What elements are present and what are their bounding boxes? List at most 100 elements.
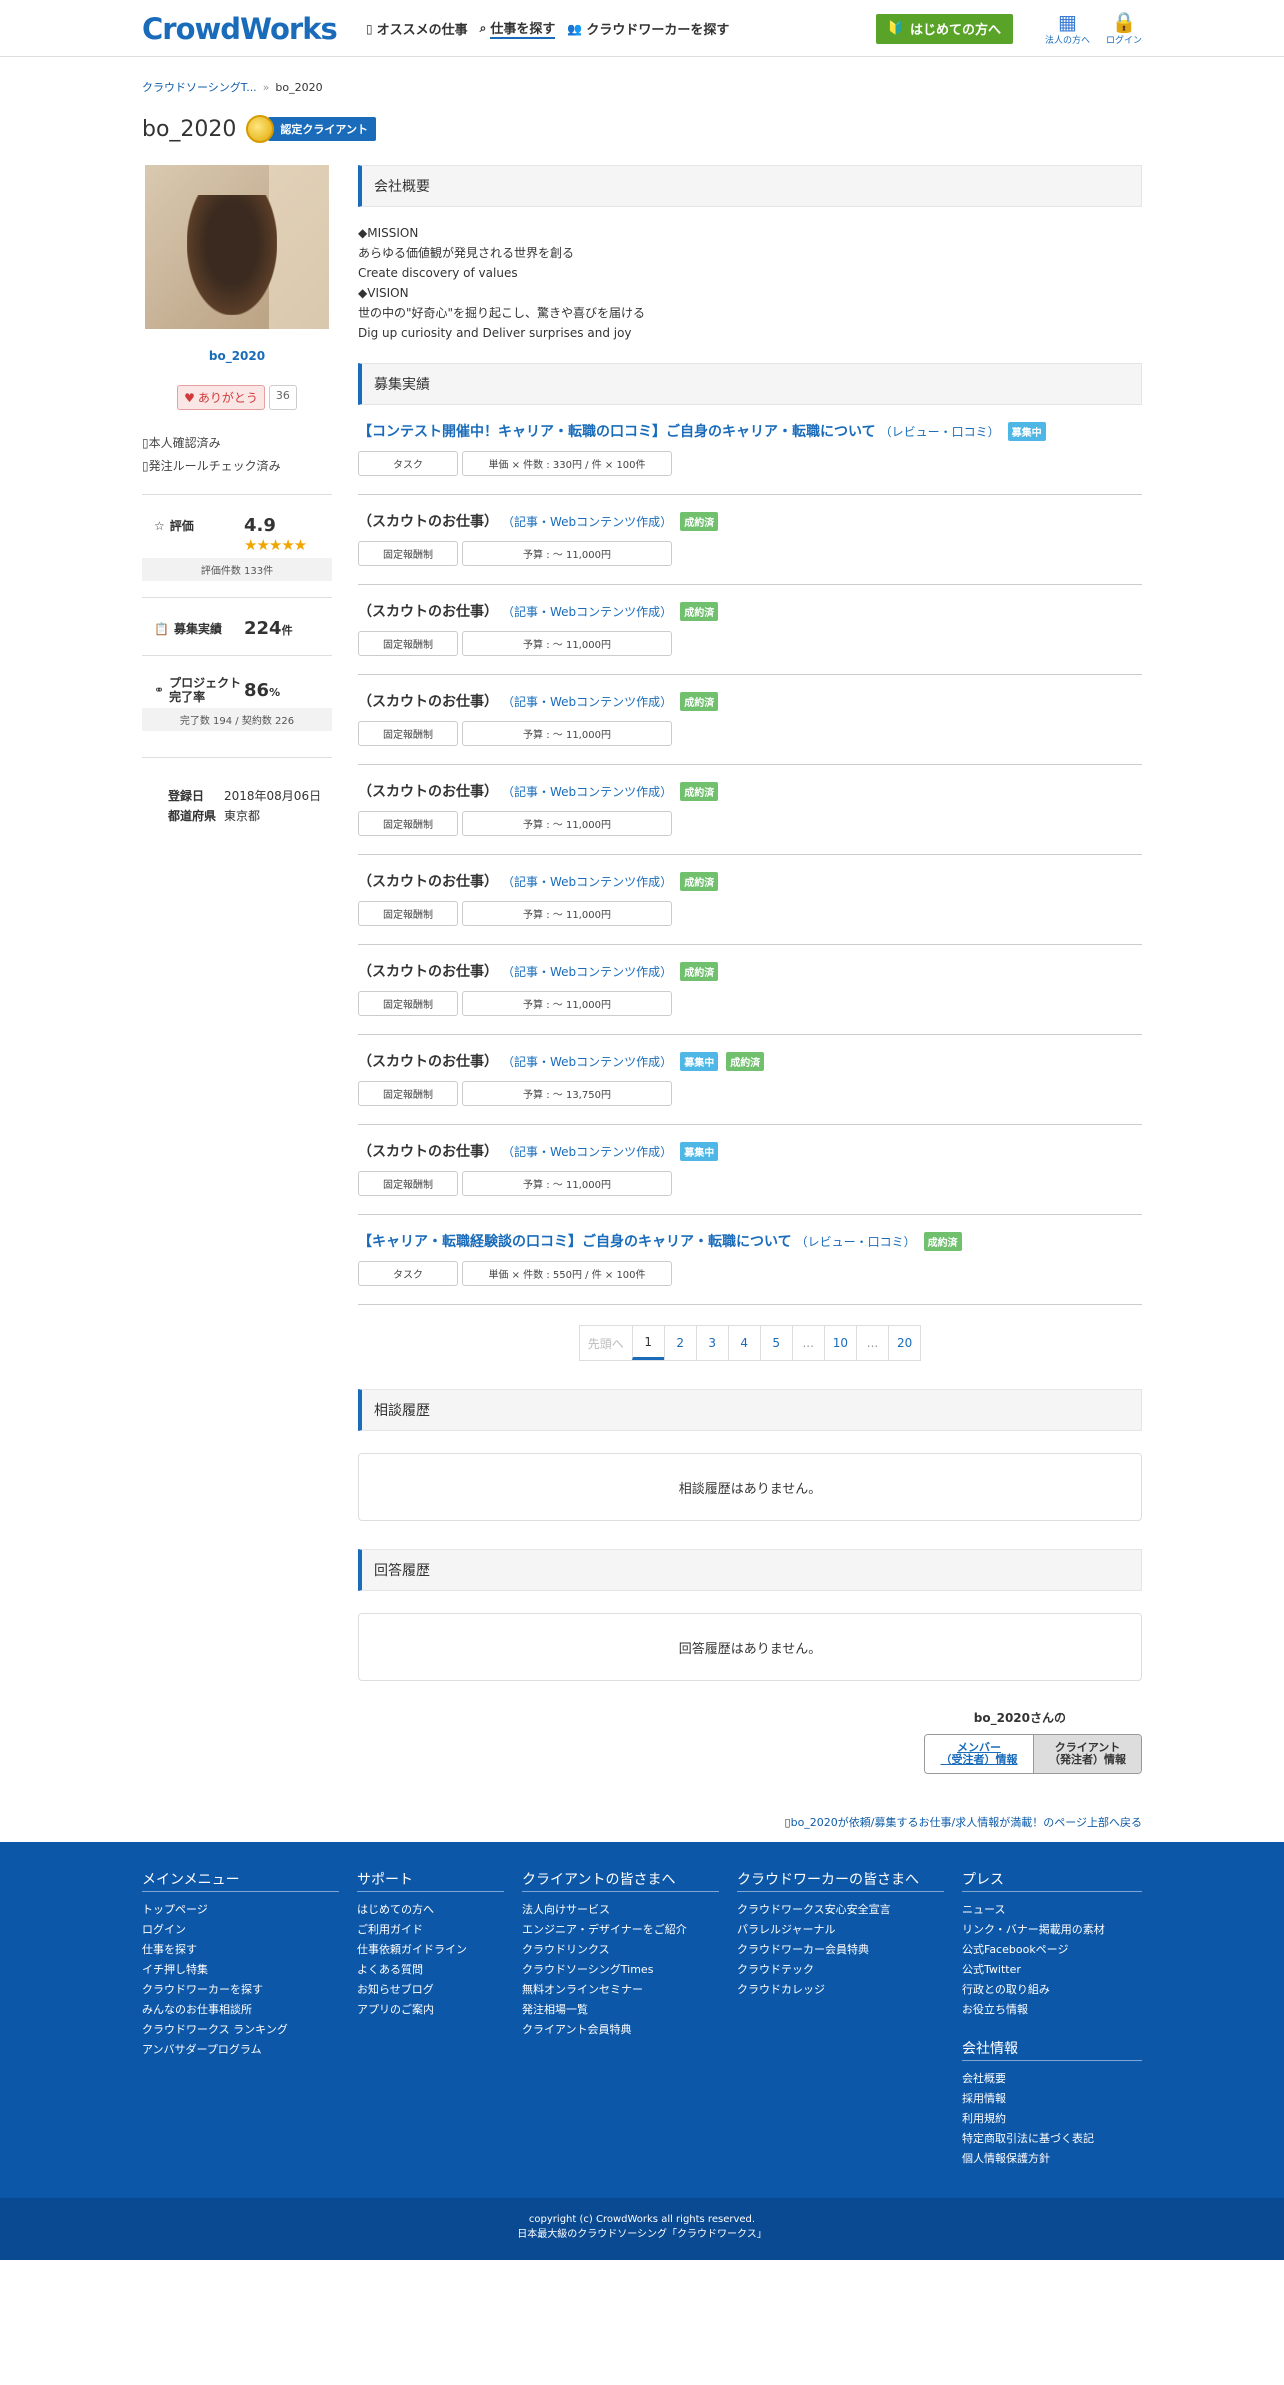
footer-link[interactable]: 行政との取り組み (962, 1980, 1142, 2000)
pager-page-3[interactable]: 3 (695, 1326, 728, 1360)
footer-link[interactable]: 公式Twitter (962, 1960, 1142, 1980)
crowdworks-logo[interactable]: CrowdWorks (142, 12, 366, 46)
contracted-badge: 成約済 (726, 1051, 765, 1071)
corporate-link[interactable]: ▦ 法人の方へ (1045, 11, 1090, 46)
login-label: ログイン (1105, 36, 1142, 46)
footer-link[interactable]: 会社概要 (962, 2069, 1142, 2089)
thanks-button[interactable]: ♥ ありがとう (177, 385, 265, 410)
footer-link[interactable]: 個人情報保護方針 (962, 2149, 1142, 2169)
footer-link[interactable]: パラレルジャーナル (737, 1920, 944, 1940)
job-category-link[interactable]: （記事・Webコンテンツ作成） (502, 693, 672, 710)
pager-page-10[interactable]: 10 (823, 1326, 856, 1360)
footer-link[interactable]: 発注相場一覧 (522, 2000, 719, 2020)
footer-link[interactable]: クラウドテック (737, 1960, 944, 1980)
profile-sidebar: bo_2020 ♥ ありがとう 36 ▯本人確認済み ▯発注ルールチェック済み … (142, 165, 332, 1842)
rating-value: 4.9 (244, 515, 276, 536)
contracted-badge: 成約済 (680, 781, 719, 801)
job-title[interactable]: （スカウトのお仕事） (358, 781, 498, 801)
footer-column: クライアントの皆さまへ 法人向けサービス エンジニア・デザイナーをご紹介 クラウドリン… (522, 1869, 719, 2169)
footer-heading: サポート (357, 1869, 504, 1892)
job-category-link[interactable]: （記事・Webコンテンツ作成） (502, 1053, 672, 1070)
lock-icon: 🔒 (1111, 10, 1137, 34)
contracted-badge: 成約済 (680, 511, 719, 531)
pager-page-5[interactable]: 5 (759, 1326, 792, 1360)
nav-find-jobs[interactable]: ⌕ 仕事を探す (480, 18, 556, 39)
footer-link[interactable]: 採用情報 (962, 2089, 1142, 2109)
footer-link[interactable]: 無料オンラインセミナー (522, 1980, 719, 2000)
job-category-link[interactable]: （記事・Webコンテンツ作成） (502, 963, 672, 980)
job-title[interactable]: （スカウトのお仕事） (358, 1051, 498, 1071)
footer-heading: クラウドワーカーの皆さまへ (737, 1869, 944, 1892)
login-link[interactable]: 🔒 ログイン (1106, 11, 1142, 46)
footer-link[interactable]: よくある質問 (357, 1960, 504, 1980)
job-budget-tag: 予算 : 〜 11,000円 (462, 541, 672, 566)
job-title[interactable]: 【キャリア・転職経験談の口コミ】ご自身のキャリア・転職について (358, 1231, 792, 1251)
job-category-link[interactable]: （記事・Webコンテンツ作成） (502, 603, 672, 620)
footer-link[interactable]: ログイン (142, 1920, 339, 1940)
job-title[interactable]: （スカウトのお仕事） (358, 691, 498, 711)
footer-link[interactable]: ニュース (962, 1900, 1142, 1920)
job-title[interactable]: （スカウトのお仕事） (358, 601, 498, 621)
footer-link[interactable]: 仕事を探す (142, 1940, 339, 1960)
certified-client-label: 認定クライアント (268, 117, 376, 141)
footer-link[interactable]: クラウドリンクス (522, 1940, 719, 1960)
footer-link[interactable]: トップページ (142, 1900, 339, 1920)
footer-link[interactable]: 仕事依頼ガイドライン (357, 1940, 504, 1960)
profile-name[interactable]: bo_2020 (142, 349, 332, 363)
job-category-link[interactable]: （レビュー・口コミ） (880, 423, 1000, 440)
footer-link[interactable]: アプリのご案内 (357, 2000, 504, 2020)
footer: メインメニュー トップページ ログイン 仕事を探す イチ押し特集 クラウドワーカーを探すみ… (0, 1842, 1284, 2198)
nav-recommended-jobs[interactable]: ▯ オススメの仕事 (366, 18, 468, 39)
footer-column: プレス ニュース リンク・バナー掲載用の素材 公式Facebookページ 公式Twitt… (962, 1869, 1142, 2169)
footer-link[interactable]: 公式Facebookページ (962, 1940, 1142, 1960)
back-to-top-link[interactable]: ▯bo_2020が依頼/募集するお仕事/求人情報が満載！のページ上部へ戻る (358, 1814, 1142, 1830)
footer-link[interactable]: クラウドワークス ランキング (142, 2020, 339, 2040)
job-category-link[interactable]: （記事・Webコンテンツ作成） (502, 1143, 672, 1160)
breadcrumb-link-crowdsourcing[interactable]: クラウドソーシングT... (142, 79, 257, 95)
pager-page-4[interactable]: 4 (727, 1326, 760, 1360)
footer-link[interactable]: クライアント会員特典 (522, 2020, 719, 2040)
pager-page-20[interactable]: 20 (888, 1326, 921, 1360)
job-type-tag: 固定報酬制 (358, 901, 458, 926)
job-category-link[interactable]: （レビュー・口コミ） (796, 1233, 916, 1250)
recruiting-badge: 募集中 (1007, 421, 1046, 441)
switcher-label: bo_2020さんの (973, 1711, 1066, 1725)
footer-link[interactable]: アンバサダープログラム (142, 2040, 339, 2060)
beginner-button[interactable]: 🔰 はじめての方へ (875, 13, 1013, 44)
job-title[interactable]: （スカウトのお仕事） (358, 1141, 498, 1161)
identity-verified: ▯本人確認済み (142, 436, 221, 450)
footer-link[interactable]: お知らせブログ (357, 1980, 504, 2000)
footer-link[interactable]: イチ押し特集 (142, 1960, 339, 1980)
footer-link[interactable]: 特定商取引法に基づく表記 (962, 2129, 1142, 2149)
footer-link[interactable]: 法人向けサービス (522, 1900, 719, 1920)
footer-link[interactable]: クラウドワークス安心安全宣言 (737, 1900, 944, 1920)
pager-first: 先頭へ (579, 1326, 632, 1360)
footer-link[interactable]: ご利用ガイド (357, 1920, 504, 1940)
footer-link[interactable]: リンク・バナー掲載用の素材 (962, 1920, 1142, 1940)
job-type-tag: 固定報酬制 (358, 811, 458, 836)
job-title[interactable]: 【コンテスト開催中！キャリア・転職の口コミ】ご自身のキャリア・転職について (358, 421, 876, 441)
footer-link[interactable]: クラウドソーシングTimes (522, 1960, 719, 1980)
footer-link[interactable]: お役立ち情報 (962, 2000, 1142, 2020)
footer-link[interactable]: 利用規約 (962, 2109, 1142, 2129)
job-title[interactable]: （スカウトのお仕事） (358, 511, 498, 531)
breadcrumb: クラウドソーシングT... » bo_2020 (142, 79, 1142, 95)
job-title[interactable]: （スカウトのお仕事） (358, 961, 498, 981)
footer-link[interactable]: クラウドワーカー会員特典 (737, 1940, 944, 1960)
footer-link[interactable]: はじめての方へ (357, 1900, 504, 1920)
job-category-link[interactable]: （記事・Webコンテンツ作成） (502, 873, 672, 890)
job-category-link[interactable]: （記事・Webコンテンツ作成） (502, 513, 672, 530)
job-category-link[interactable]: （記事・Webコンテンツ作成） (502, 783, 672, 800)
nav-find-workers[interactable]: 👥 クラウドワーカーを探す (567, 18, 729, 39)
footer-link[interactable]: みんなのお仕事相談所 (142, 2000, 339, 2020)
job-budget-tag: 単価 × 件数 : 330円 / 件 × 100件 (462, 451, 672, 476)
footer-link[interactable]: クラウドワーカーを探す (142, 1980, 339, 2000)
pager-page-2[interactable]: 2 (663, 1326, 696, 1360)
job-title[interactable]: （スカウトのお仕事） (358, 871, 498, 891)
profile-info: 登録日 2018年08月06日 都道府県 東京都 (142, 757, 332, 826)
overview-line: ◆MISSION (358, 226, 419, 240)
member-info-tab[interactable]: メンバー （受注者）情報 (925, 1735, 1033, 1773)
footer-link[interactable]: エンジニア・デザイナーをご紹介 (522, 1920, 719, 1940)
rating-stat: ☆ 評価 4.9 ★★★★★ 評価件数 133件 (142, 494, 332, 581)
footer-link[interactable]: クラウドカレッジ (737, 1980, 944, 2000)
